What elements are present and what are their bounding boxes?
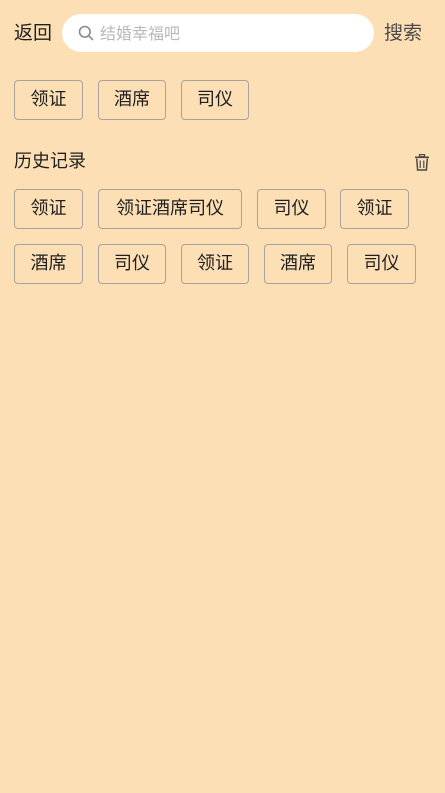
history-tag[interactable]: 酒席	[264, 244, 332, 284]
history-tag[interactable]: 领证酒席司仪	[98, 189, 242, 229]
search-input[interactable]	[100, 14, 360, 52]
hot-tag[interactable]: 酒席	[98, 80, 166, 120]
top-bar: 返回 搜索	[0, 14, 445, 52]
hot-tag[interactable]: 领证	[14, 80, 83, 120]
history-title: 历史记录	[14, 151, 86, 172]
back-button[interactable]: 返回	[14, 20, 52, 46]
search-box[interactable]	[62, 14, 374, 52]
history-tag[interactable]: 司仪	[257, 189, 326, 229]
search-icon	[78, 25, 94, 41]
history-tag[interactable]: 领证	[181, 244, 249, 284]
hot-tag[interactable]: 司仪	[181, 80, 249, 120]
history-tag[interactable]: 司仪	[347, 244, 416, 284]
search-button[interactable]: 搜索	[384, 20, 422, 46]
history-tag[interactable]: 领证	[340, 189, 409, 229]
history-tag[interactable]: 司仪	[98, 244, 166, 284]
history-tag[interactable]: 酒席	[14, 244, 83, 284]
history-tag[interactable]: 领证	[14, 189, 83, 229]
trash-icon[interactable]	[414, 154, 430, 171]
